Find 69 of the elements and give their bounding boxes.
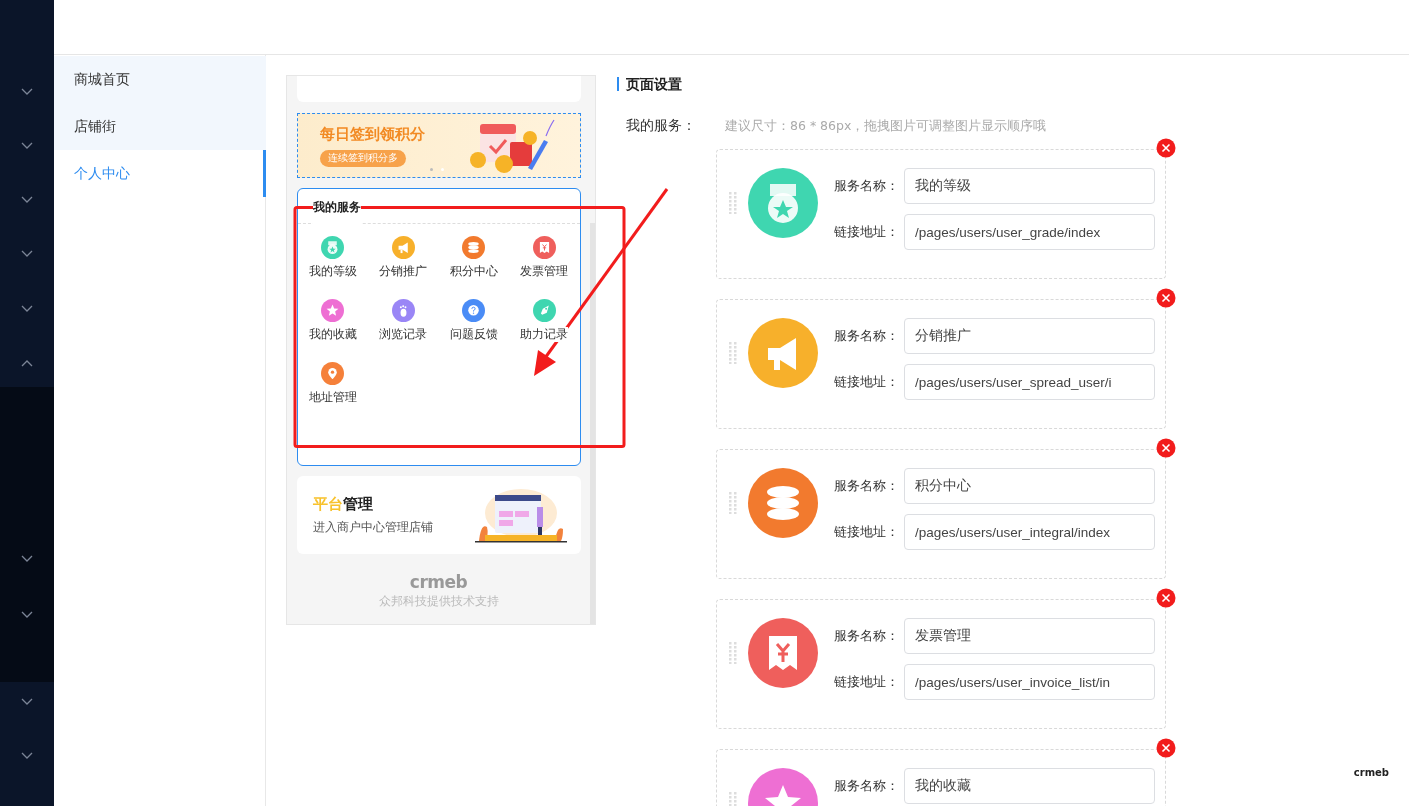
service-label[interactable]: 浏览记录 [379,327,428,342]
link-label: 链接地址： [834,673,900,691]
service-label[interactable]: 地址管理 [308,390,357,405]
platform-title: 管理 [342,495,373,514]
link-input[interactable]: /pages/users/user_invoice_list/in [904,664,1155,700]
banner-title: 每日签到领积分 [319,124,425,144]
delete-icon[interactable] [1156,588,1176,608]
chevron-down-icon[interactable] [21,304,33,313]
name-label: 服务名称： [834,777,900,795]
service-card[interactable]: 服务名称： 积分中心 链接地址： /pages/users/user_integral/index [716,449,1166,579]
link-input[interactable]: /pages/users/user_integral/index [904,514,1155,550]
name-label: 服务名称： [834,327,900,345]
field-label: 我的服务： [625,117,697,135]
link-input[interactable]: /pages/users/user_spread_user/i [904,364,1155,400]
service-card[interactable]: 服务名称： 我的收藏 [716,749,1166,806]
drag-handle-icon[interactable] [729,642,737,664]
service-label[interactable]: 我的收藏 [308,327,357,342]
name-input[interactable]: 发票管理 [904,618,1155,654]
service-label[interactable]: 问题反馈 [449,327,498,342]
chevron-down-icon[interactable] [21,88,33,96]
corner-logo: crmeb [1353,767,1389,778]
delete-icon[interactable] [1156,138,1176,158]
delete-icon[interactable] [1156,438,1176,458]
services-title: 我的服务 [312,199,361,224]
platform-subtitle: 进入商户中心管理店铺 [312,520,433,535]
service-label[interactable]: 助力记录 [520,327,569,342]
delete-icon[interactable] [1156,288,1176,308]
chevron-down-icon[interactable] [21,250,33,259]
service-label[interactable]: 分销推广 [379,264,428,279]
name-input[interactable]: 我的等级 [904,168,1155,204]
name-input[interactable]: 积分中心 [904,468,1155,504]
chevron-down-icon[interactable] [21,610,33,619]
platform-card[interactable]: 平台管理 进入商户中心管理店铺 [296,476,581,554]
chevron-down-icon[interactable] [21,554,33,563]
link-label: 链接地址： [834,223,900,241]
nav-item[interactable]: 店铺街 [54,103,266,150]
service-card[interactable]: 服务名称： 发票管理 链接地址： /pages/users/user_invoice_list/in [716,599,1166,729]
banner-pill: 连续签到积分多 [319,149,406,167]
name-label: 服务名称： [834,627,900,645]
chevron-down-icon[interactable] [21,751,33,760]
brand-logo: crmeb [409,572,468,592]
link-label: 链接地址： [834,373,900,391]
link-input[interactable]: /pages/users/user_grade/index [904,214,1155,250]
size-hint: 建议尺寸：86 * 86px，拖拽图片可调整图片显示顺序哦 [725,118,1047,135]
drag-handle-icon[interactable] [729,342,737,364]
carousel-dot[interactable] [440,168,444,171]
service-card[interactable]: 服务名称： 我的等级 链接地址： /pages/users/user_grade/index [716,149,1166,279]
chevron-up-icon[interactable] [21,358,33,367]
delete-icon[interactable] [1156,738,1176,758]
chevron-down-icon[interactable] [21,142,33,151]
service-card[interactable]: 服务名称： 分销推广 链接地址： /pages/users/user_spread_user/i [716,299,1166,429]
section-title: 页面设置 [617,77,682,91]
drag-handle-icon[interactable] [729,492,737,514]
chevron-down-icon[interactable] [21,196,33,205]
service-label[interactable]: 我的等级 [308,264,357,279]
services-card[interactable]: 我的服务 我的等级 分销推广 积分中心 发票管理 我的收藏 浏览记录 问题反馈 助力记录 地址管理 [296,188,581,466]
name-label: 服务名称： [834,177,900,195]
service-label[interactable]: 积分中心 [449,264,498,279]
nav-item[interactable]: 商城首页 [54,56,266,103]
scrollbar[interactable] [590,223,595,624]
platform-title-highlight: 平台 [312,495,343,514]
name-input[interactable]: 分销推广 [904,318,1155,354]
name-label: 服务名称： [834,477,900,495]
name-input[interactable]: 我的收藏 [904,768,1155,804]
chevron-down-icon[interactable] [21,697,33,706]
link-label: 链接地址： [834,523,900,541]
carousel-dot[interactable] [429,168,433,171]
service-label[interactable]: 发票管理 [520,264,569,279]
drag-handle-icon[interactable] [729,192,737,214]
